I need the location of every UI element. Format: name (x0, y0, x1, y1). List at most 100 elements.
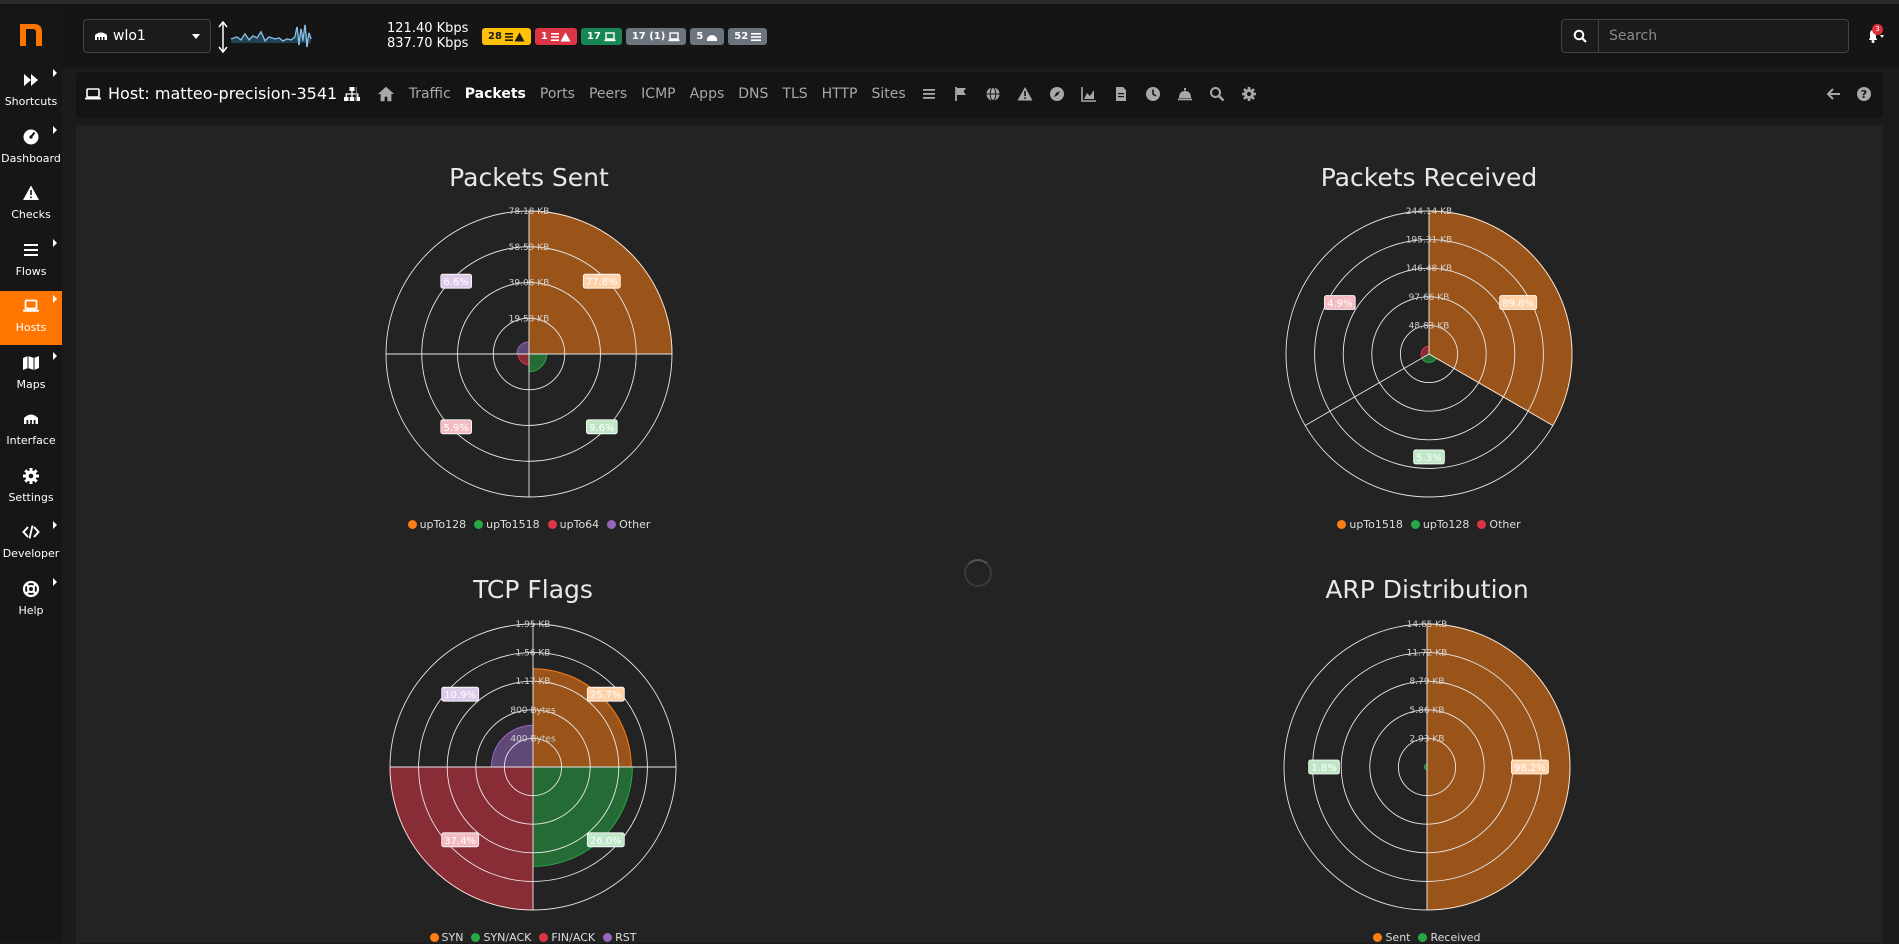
sidebar-item-shortcuts[interactable]: Shortcuts (0, 65, 62, 119)
flag-icon[interactable] (952, 85, 970, 103)
chart-slice-other[interactable] (516, 341, 530, 355)
status-badge[interactable]: 1 (534, 28, 577, 45)
gear-icon[interactable] (1240, 85, 1258, 103)
sidebar-item-developer[interactable]: Developer (0, 517, 62, 571)
legend-label: RST (615, 931, 637, 944)
search-button[interactable] (1562, 20, 1599, 52)
laptop-icon (604, 31, 616, 42)
legend-swatch (1410, 520, 1420, 529)
polar-chart[interactable]: 1.95 KB 1.56 KB 1.17 KB 800 Bytes 400 Bytes 2… (380, 614, 686, 920)
tab-sites[interactable]: Sites (871, 86, 905, 102)
legend-item[interactable]: upTo64 (547, 518, 599, 531)
sidebar-item-settings[interactable]: Settings (0, 461, 62, 515)
legend-item[interactable]: SYN (429, 931, 463, 944)
chevron-right-icon (53, 295, 57, 303)
chart-slice-upto64[interactable] (517, 353, 530, 366)
legend-item[interactable]: upTo1518 (1337, 518, 1403, 531)
file-icon[interactable] (1112, 85, 1130, 103)
home-icon[interactable] (377, 85, 395, 103)
status-badge[interactable]: 17 (580, 28, 622, 45)
tab-tls[interactable]: TLS (782, 86, 807, 102)
sidebar-item-maps[interactable]: Maps (0, 348, 62, 402)
legend-item[interactable]: RST (603, 931, 636, 944)
sidebar-item-help[interactable]: Help (0, 574, 62, 628)
legend-label: Received (1430, 931, 1481, 944)
badge-count: 17 (1) (631, 31, 666, 42)
legend-item[interactable]: Other (1477, 518, 1521, 531)
slice-percent-label: 5.9% (440, 419, 472, 435)
legend-item[interactable]: upTo1518 (474, 518, 540, 531)
search-input[interactable] (1599, 20, 1848, 52)
sidebar-item-flows[interactable]: Flows (0, 235, 62, 289)
slice-percent-label: 77.8% (582, 273, 621, 289)
lifering-icon (22, 580, 40, 597)
legend-item[interactable]: Received (1418, 931, 1481, 944)
tab-icmp[interactable]: ICMP (641, 86, 675, 102)
bars-icon (24, 243, 38, 256)
sidebar: Shortcuts Dashboard Checks Flows Hosts Maps In… (0, 4, 62, 943)
compass-icon[interactable] (1048, 85, 1066, 103)
slice-percent-label: 5.3% (1413, 449, 1445, 465)
polar-chart[interactable]: 244.14 KB 195.31 KB 146.48 KB 97.66 KB 48.83… (1276, 201, 1582, 507)
slice-percent-label: 4.9% (1324, 295, 1356, 310)
status-badge[interactable]: 17 (1) (625, 28, 687, 45)
radial-tick-label: 1.95 KB (516, 620, 551, 630)
status-badge[interactable]: 5 (690, 28, 725, 45)
tab-packets[interactable]: Packets (465, 86, 526, 102)
legend-item[interactable]: FIN/ACK (539, 931, 595, 944)
help-icon[interactable]: ? (1855, 85, 1873, 103)
polar-chart[interactable]: 78.18 KB 58.59 KB 39.06 KB 19.53 KB 77.8% 9.6… (376, 201, 682, 507)
radial-tick-label: 146.48 KB (1406, 264, 1452, 274)
legend-label: upTo1518 (1349, 518, 1403, 531)
area-chart-icon[interactable] (1080, 85, 1098, 103)
warning-icon[interactable] (1016, 85, 1034, 103)
tab-http[interactable]: HTTP (822, 86, 858, 102)
slice-percent-text: 89.8% (1502, 299, 1534, 310)
arrow-left-icon[interactable] (1825, 85, 1843, 103)
chevron-right-icon (53, 238, 57, 247)
service-bell-icon[interactable] (1176, 85, 1194, 103)
legend-item[interactable]: SYN/ACK (471, 931, 531, 944)
search-icon[interactable] (1208, 85, 1226, 103)
legend-item[interactable]: Other (607, 518, 650, 531)
legend-item[interactable]: Sent (1373, 931, 1410, 944)
legend-swatch (1418, 933, 1428, 942)
sidebar-item-interface[interactable]: Interface (0, 404, 62, 458)
radial-tick-label: 800 Bytes (510, 706, 556, 716)
status-badge[interactable]: 28 (482, 28, 531, 45)
sidebar-item-checks[interactable]: Checks (0, 178, 62, 232)
sidebar-item-hosts[interactable]: Hosts (0, 291, 62, 345)
tab-apps[interactable]: Apps (690, 86, 725, 102)
chart-slice-rst[interactable] (490, 724, 534, 768)
tab-peers[interactable]: Peers (589, 86, 627, 102)
interface-select[interactable]: wlo1 (83, 19, 211, 53)
laptop-icon (23, 299, 39, 312)
ntopng-logo[interactable] (14, 14, 48, 50)
legend-item[interactable]: upTo128 (407, 518, 466, 531)
radial-tick-label: 14.65 KB (1407, 620, 1448, 630)
list-icon[interactable] (920, 85, 938, 103)
gear-icon (23, 467, 39, 484)
legend-label: upTo128 (1422, 518, 1470, 531)
clock-icon[interactable] (1144, 85, 1162, 103)
slice-percent-text: 37.4% (444, 836, 476, 847)
badge-count: 1 (540, 31, 548, 42)
host-title: Host: matteo-precision-3541 (84, 84, 361, 103)
search-box (1561, 19, 1849, 53)
chart-slice-upto1518[interactable] (528, 353, 548, 373)
tab-traffic[interactable]: Traffic (409, 86, 451, 102)
loading-spinner (964, 559, 992, 587)
tab-dns[interactable]: DNS (738, 86, 768, 102)
sidebar-item-label: Interface (6, 434, 56, 447)
legend-swatch (429, 933, 439, 942)
radial-tick-label: 19.53 KB (509, 314, 550, 324)
globe-icon[interactable] (984, 85, 1002, 103)
slice-percent-text: 5.9% (443, 423, 468, 434)
polar-chart[interactable]: 14.65 KB 11.72 KB 8.79 KB 5.86 KB 2.93 KB 98.… (1274, 614, 1580, 920)
slice-percent-label: 25.7% (586, 686, 625, 702)
slice-percent-label: 9.6% (586, 419, 618, 435)
sidebar-item-dashboard[interactable]: Dashboard (0, 122, 62, 176)
tab-ports[interactable]: Ports (540, 86, 575, 102)
status-badge[interactable]: 52 (728, 28, 768, 45)
legend-item[interactable]: upTo128 (1410, 518, 1470, 531)
